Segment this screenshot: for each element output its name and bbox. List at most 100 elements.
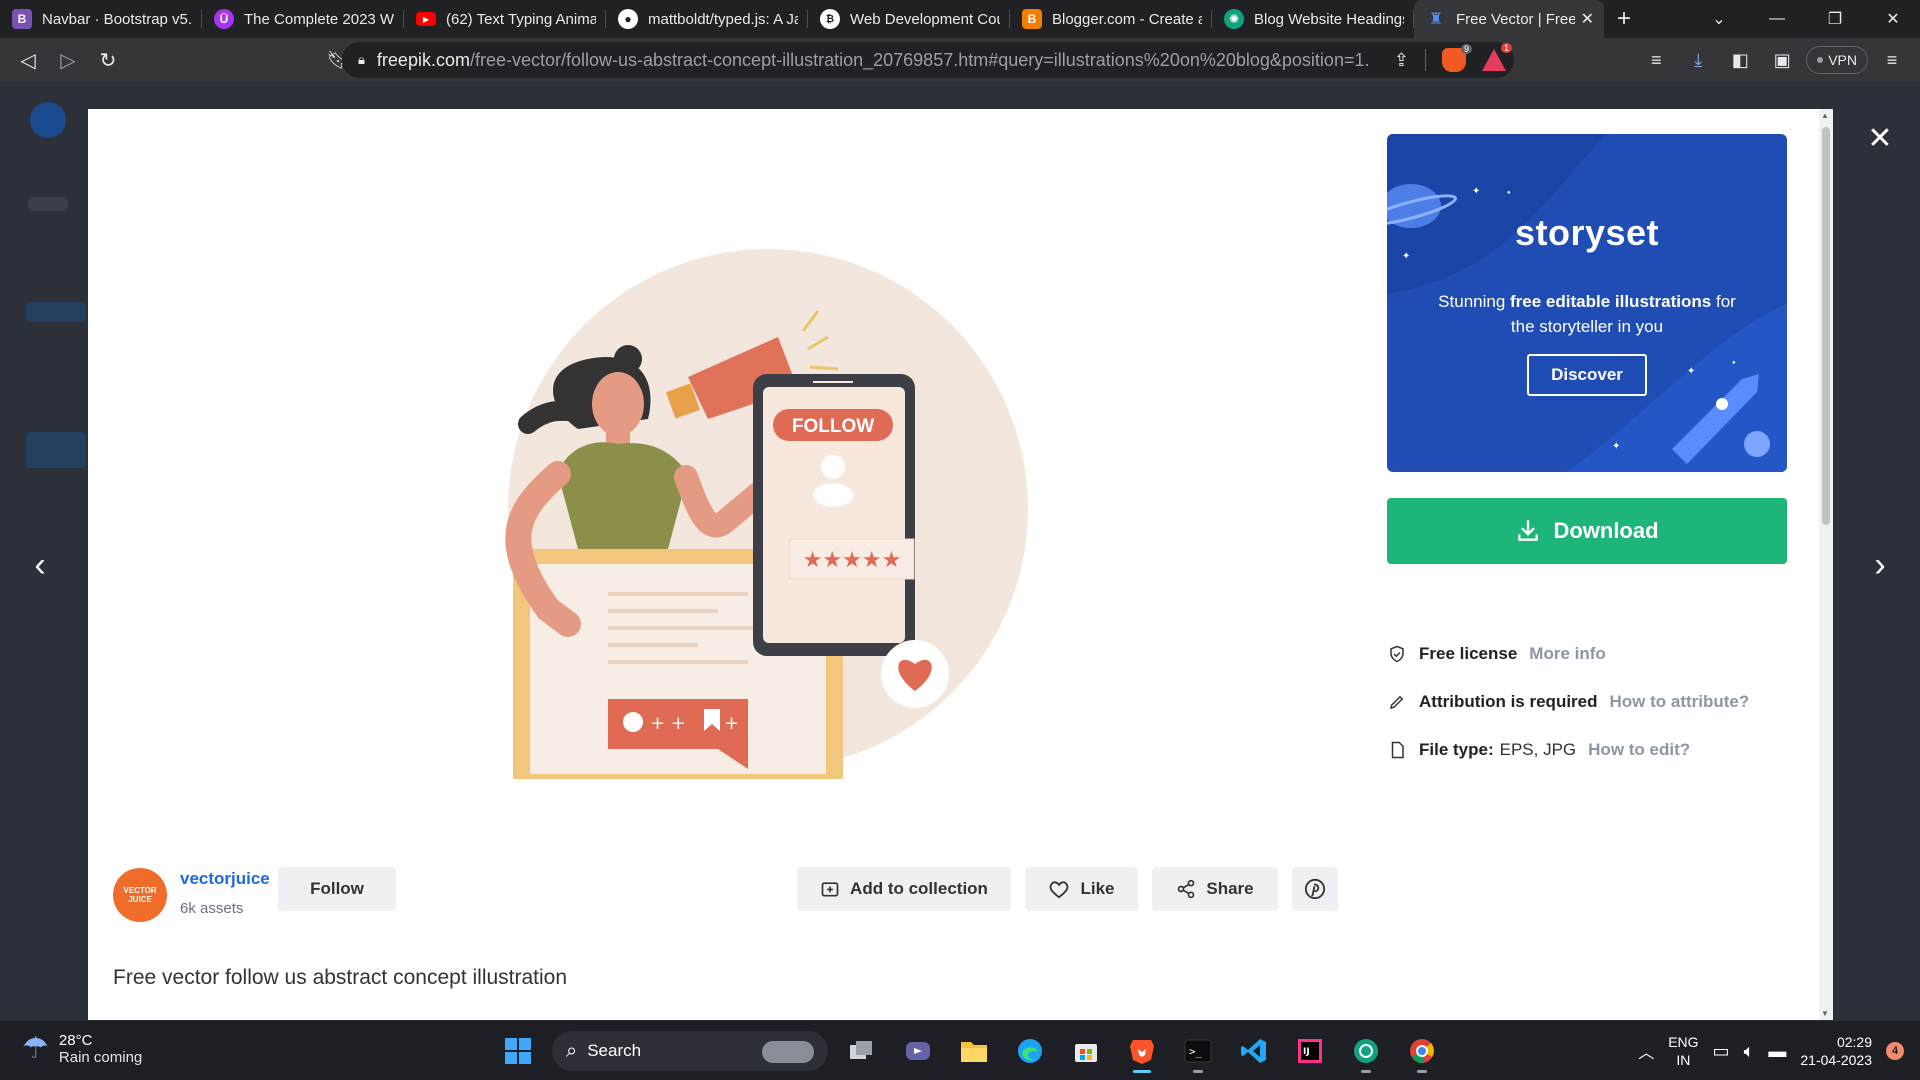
- lock-icon: 🔒︎: [358, 52, 365, 67]
- windows-start-icon[interactable]: [496, 1029, 540, 1073]
- share-button[interactable]: Share: [1152, 867, 1278, 911]
- modal-scrollbar[interactable]: ▲ ▼: [1819, 109, 1833, 1020]
- resource-modal: + + + FOLLOW ★★★★★ ✦ ● ✦ ✦ ✦ ● storyset …: [88, 109, 1833, 1020]
- toolbar-right: ≡ ⤓ ◧ ▣ VPN ≡: [1638, 38, 1920, 82]
- freepik-icon: ♜: [1428, 11, 1444, 28]
- vpn-status-dot: [1817, 57, 1824, 63]
- restore-button[interactable]: ❐: [1806, 0, 1864, 38]
- brave-browser-icon[interactable]: [1120, 1029, 1164, 1073]
- svg-text:✦: ✦: [1687, 366, 1695, 377]
- tray-expand-icon[interactable]: ︿: [1638, 1039, 1654, 1063]
- tab-search-chevron-icon[interactable]: ⌄: [1690, 0, 1748, 38]
- discover-button[interactable]: Discover: [1527, 354, 1647, 396]
- avatar-line2: JUICE: [128, 895, 152, 904]
- scrollbar-thumb[interactable]: [1822, 127, 1830, 525]
- like-button[interactable]: Like: [1025, 867, 1138, 911]
- download-button[interactable]: Download: [1387, 498, 1787, 564]
- share-label: Share: [1206, 879, 1254, 898]
- how-to-attribute-link[interactable]: How to attribute?: [1610, 692, 1750, 712]
- terminal-icon[interactable]: >_: [1176, 1029, 1220, 1073]
- tab-close-icon[interactable]: ✕: [1575, 9, 1594, 29]
- like-label: Like: [1080, 879, 1115, 898]
- author-name-link[interactable]: vectorjuice: [180, 869, 270, 889]
- sidebar-placeholder: [26, 432, 86, 468]
- network-icon[interactable]: ▭: [1713, 1041, 1730, 1062]
- pen-icon: [1387, 692, 1407, 712]
- pinterest-button[interactable]: [1292, 867, 1338, 911]
- svg-text:●: ●: [1732, 360, 1736, 366]
- udemy-icon: Ū: [214, 9, 234, 29]
- wallet-icon[interactable]: ▣: [1764, 42, 1800, 78]
- brave-shields-icon[interactable]: 9: [1442, 44, 1472, 72]
- new-tab-button[interactable]: +: [1604, 0, 1644, 38]
- taskbar-search-box[interactable]: ⌕ Search: [552, 1031, 828, 1071]
- modal-close-icon[interactable]: ✕: [1860, 118, 1900, 158]
- brave-rewards-icon[interactable]: 1: [1482, 43, 1512, 71]
- rewards-count: 1: [1500, 43, 1512, 53]
- tab-udemy[interactable]: Ū The Complete 2023 Web: [202, 0, 404, 38]
- back-button[interactable]: ◁: [8, 40, 48, 80]
- scroll-down-icon[interactable]: ▼: [1821, 1009, 1829, 1018]
- attribution-row: Attribution is required How to attribute…: [1387, 689, 1749, 715]
- weather-temperature: 28°C: [58, 1031, 93, 1049]
- more-info-link[interactable]: More info: [1529, 644, 1606, 664]
- author-avatar[interactable]: VECTOR JUICE: [113, 868, 167, 922]
- share-page-icon[interactable]: ⇪: [1394, 50, 1409, 71]
- system-tray: ︿ ENG IN ▭ 🔈︎ ▬ 02:29 21-04-2023 4: [1638, 1021, 1920, 1080]
- heart-icon: [1050, 881, 1069, 899]
- taskbar-search-label: Search: [587, 1041, 642, 1060]
- search-highlight-icon: [762, 1041, 814, 1063]
- minimize-button[interactable]: —: [1748, 0, 1806, 38]
- battery-icon[interactable]: ▬: [1768, 1041, 1786, 1062]
- sidebar-placeholder: [26, 302, 86, 322]
- volume-icon[interactable]: 🔈︎: [1744, 1041, 1755, 1062]
- chrome-icon[interactable]: [1400, 1029, 1444, 1073]
- add-collection-label: Add to collection: [850, 879, 988, 898]
- clock[interactable]: 02:29 21-04-2023: [1800, 1033, 1872, 1069]
- add-collection-icon: [821, 882, 839, 897]
- forward-button[interactable]: ▷: [48, 40, 88, 80]
- intellij-icon[interactable]: IJ: [1288, 1029, 1332, 1073]
- tab-chatgpt[interactable]: ✺ Blog Website Headings: [1212, 0, 1414, 38]
- lang-line1: ENG: [1668, 1034, 1699, 1050]
- weather-widget[interactable]: ☂ 28°C Rain coming: [22, 1031, 142, 1066]
- storyset-ad[interactable]: ✦ ● ✦ ✦ ✦ ● storyset Stunning free edita…: [1387, 134, 1787, 472]
- file-explorer-icon[interactable]: [952, 1029, 996, 1073]
- edge-browser-icon[interactable]: [1008, 1029, 1052, 1073]
- task-view-icon[interactable]: [840, 1029, 884, 1073]
- tab-freepik[interactable]: ♜ Free Vector | Free vector✕: [1414, 0, 1604, 38]
- download-tray-icon[interactable]: ⤓: [1680, 42, 1716, 78]
- ad-text-pre: Stunning: [1438, 292, 1511, 311]
- teams-chat-icon[interactable]: [896, 1029, 940, 1073]
- github-icon: ●: [618, 9, 638, 29]
- blogger-icon: B: [1022, 9, 1042, 29]
- close-window-button[interactable]: ✕: [1864, 0, 1920, 38]
- filetype-value: EPS, JPG: [1499, 740, 1577, 759]
- umbrella-rain-icon: ☂: [22, 1032, 49, 1065]
- playlist-icon[interactable]: ≡: [1638, 42, 1674, 78]
- tab-github[interactable]: ● mattboldt/typed.js: A JavaScript: [606, 0, 808, 38]
- next-arrow-icon[interactable]: ›: [1860, 545, 1900, 585]
- previous-arrow-icon[interactable]: ‹: [20, 545, 60, 585]
- menu-icon[interactable]: ≡: [1874, 42, 1910, 78]
- language-indicator[interactable]: ENG IN: [1668, 1033, 1698, 1069]
- how-to-edit-link[interactable]: How to edit?: [1588, 740, 1690, 760]
- share-icon: [1178, 879, 1195, 899]
- chatgpt-app-icon[interactable]: [1344, 1029, 1388, 1073]
- follow-button[interactable]: Follow: [278, 867, 396, 911]
- add-to-collection-button[interactable]: Add to collection: [797, 867, 1011, 911]
- address-bar[interactable]: 🔒︎ freepik.com /free-vector/follow-us-ab…: [342, 42, 1514, 78]
- notification-badge[interactable]: 4: [1886, 1042, 1904, 1060]
- pinterest-icon: [1304, 878, 1326, 900]
- microsoft-store-icon[interactable]: [1064, 1029, 1108, 1073]
- reload-button[interactable]: ↻: [88, 40, 128, 80]
- tab-youtube[interactable]: ▶ (62) Text Typing Animation: [404, 0, 606, 38]
- scroll-up-icon[interactable]: ▲: [1821, 111, 1829, 120]
- url-path: /free-vector/follow-us-abstract-concept-…: [469, 49, 1370, 70]
- vpn-button[interactable]: VPN: [1806, 46, 1868, 74]
- tab-bootstrap[interactable]: B Navbar · Bootstrap v5.3: [0, 0, 202, 38]
- tab-course[interactable]: ₿ Web Development Course: [808, 0, 1010, 38]
- tab-blogger[interactable]: B Blogger.com - Create a: [1010, 0, 1212, 38]
- sidebar-icon[interactable]: ◧: [1722, 42, 1758, 78]
- vscode-icon[interactable]: [1232, 1029, 1276, 1073]
